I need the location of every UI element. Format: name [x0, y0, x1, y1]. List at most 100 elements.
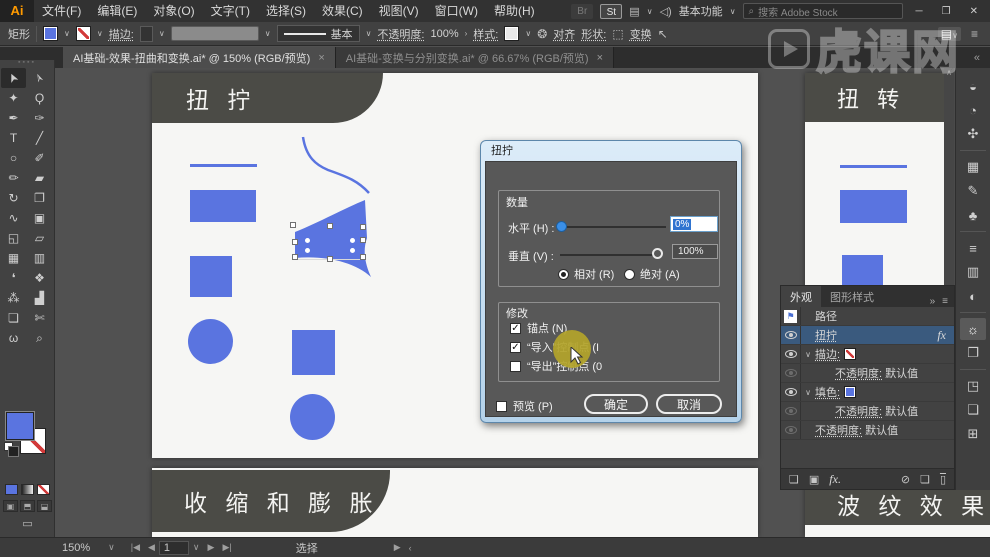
publish-icon[interactable]: ◁)	[660, 5, 672, 18]
selection-handle[interactable]	[327, 223, 333, 229]
isolate-icon[interactable]: ↖	[658, 27, 668, 41]
menu-type[interactable]: 文字(T)	[203, 0, 258, 22]
draw-inside-icon[interactable]: ⬓	[37, 500, 52, 512]
selection-handle[interactable]	[360, 224, 366, 230]
scale-tool[interactable]: ❐	[27, 188, 52, 208]
fill-blue-swatch[interactable]	[844, 386, 856, 398]
panel-menu-icon[interactable]: ≡	[942, 296, 948, 307]
menu-window[interactable]: 窗口(W)	[427, 0, 486, 22]
row-label[interactable]: 不透明度: 默认值	[815, 422, 898, 438]
chevron-down-icon[interactable]: ∨	[64, 29, 70, 38]
appearance-row-twist-effect[interactable]: 扭拧 fx	[781, 326, 954, 345]
preview-checkbox[interactable]: 预览 (P)	[496, 398, 553, 414]
cancel-button[interactable]: 取消	[656, 394, 722, 414]
lasso-tool[interactable]: Ϙ	[27, 88, 52, 108]
menu-help[interactable]: 帮助(H)	[486, 0, 543, 22]
menu-effect[interactable]: 效果(C)	[314, 0, 371, 22]
vertical-value-field[interactable]: 100%	[672, 244, 718, 259]
chevron-down-icon[interactable]: ∨	[265, 29, 271, 38]
prev-page-icon[interactable]: ◀	[144, 542, 159, 553]
vertical-slider[interactable]	[560, 254, 658, 256]
relative-radio[interactable]: 相对 (R)	[558, 266, 614, 282]
eye-icon[interactable]	[785, 350, 797, 358]
visibility-cell[interactable]	[781, 345, 801, 363]
collapse-panels-icon[interactable]: «	[974, 52, 980, 64]
chevron-down-icon[interactable]: ∨	[97, 29, 103, 38]
anchor-point[interactable]	[304, 237, 311, 244]
absolute-radio[interactable]: 绝对 (A)	[624, 266, 680, 282]
transform-button[interactable]: 变换	[630, 26, 652, 42]
default-fill-stroke-icon[interactable]	[4, 442, 13, 451]
stroke-weight-label[interactable]: 描边:	[109, 26, 134, 42]
selection-handle[interactable]	[360, 237, 366, 243]
artboard-tool[interactable]: ❏	[1, 308, 26, 328]
opacity-label[interactable]: 不透明度:	[377, 26, 424, 42]
appearance-icon[interactable]: ☼	[960, 318, 986, 340]
zoom-tool[interactable]: ⌕	[27, 328, 52, 348]
shape-rectangle[interactable]	[840, 190, 907, 223]
first-page-icon[interactable]: |◀	[127, 542, 144, 553]
visibility-cell[interactable]	[781, 326, 801, 344]
duplicate-item-icon[interactable]: ❏	[920, 473, 930, 486]
pen-tool[interactable]: ✒	[1, 108, 26, 128]
visibility-cell[interactable]	[781, 383, 801, 401]
row-label[interactable]: 扭拧	[815, 327, 837, 343]
visibility-cell[interactable]	[781, 421, 801, 439]
line-tool[interactable]: ╱	[27, 128, 52, 148]
color-mode-button[interactable]	[5, 484, 18, 495]
brushes-icon[interactable]: ✎	[960, 180, 986, 202]
style-swatch[interactable]	[504, 26, 519, 41]
menu-file[interactable]: 文件(F)	[34, 0, 89, 22]
pencil-tool[interactable]: ✏	[1, 168, 26, 188]
chevron-down-icon[interactable]: ∨	[730, 7, 736, 16]
stroke-color-swatch[interactable]	[76, 26, 91, 41]
delete-item-icon[interactable]: ▯	[940, 473, 946, 486]
magic-wand-tool[interactable]: ✦	[1, 88, 26, 108]
shape-mode-icon[interactable]: ⬚	[612, 27, 623, 41]
menu-select[interactable]: 选择(S)	[258, 0, 314, 22]
direct-selection-tool[interactable]: ➢	[27, 68, 52, 88]
menu-object[interactable]: 对象(O)	[145, 0, 202, 22]
eraser-tool[interactable]: ▰	[27, 168, 52, 188]
appearance-row-fill-opacity[interactable]: 不透明度: 默认值	[781, 402, 954, 421]
selection-handle[interactable]	[327, 256, 333, 262]
document-tab-active[interactable]: AI基础-效果-扭曲和变换.ai* @ 150% (RGB/预览) ×	[63, 47, 336, 68]
eye-icon[interactable]	[785, 426, 797, 434]
rotate-tool[interactable]: ↻	[1, 188, 26, 208]
chevron-down-icon[interactable]: ∨	[366, 29, 372, 38]
layout-icon[interactable]: ▤	[629, 5, 639, 18]
ellipse-tool[interactable]: ○	[1, 148, 26, 168]
stock-search-input[interactable]: ⌕ 搜索 Adobe Stock	[743, 3, 903, 19]
clear-appearance-icon[interactable]: ⊘	[901, 473, 910, 486]
horizontal-value-field[interactable]: 0%	[670, 216, 718, 232]
none-mode-button[interactable]	[37, 484, 50, 495]
align-button[interactable]: 对齐	[553, 26, 575, 42]
screen-mode-button[interactable]: ▭	[0, 517, 55, 530]
close-button[interactable]: ✕	[964, 6, 984, 17]
swatches-icon[interactable]: ▦	[960, 156, 986, 178]
stroke-weight-field[interactable]	[140, 26, 153, 42]
chevron-down-icon[interactable]: ∨	[801, 350, 815, 359]
stock-badge[interactable]: St	[600, 4, 622, 19]
list-icon[interactable]: ≡	[971, 27, 978, 41]
transparency-icon[interactable]: ◐	[960, 285, 986, 307]
brush-definition-field[interactable]	[171, 26, 259, 41]
chevron-down-icon[interactable]: ∨	[647, 7, 653, 16]
scroll-left-icon[interactable]: ‹	[405, 543, 416, 553]
draw-normal-icon[interactable]: ▣	[3, 500, 18, 512]
appearance-row-stroke[interactable]: ∨ 描边:	[781, 345, 954, 364]
chevron-down-icon[interactable]: ∨	[104, 542, 119, 553]
minimize-button[interactable]: ─	[910, 6, 929, 17]
fill-swatch[interactable]	[6, 412, 34, 440]
perspective-grid-tool[interactable]: ▱	[27, 228, 52, 248]
type-tool[interactable]: T	[1, 128, 26, 148]
maximize-button[interactable]: ❐	[936, 6, 957, 17]
app-logo[interactable]: Ai	[0, 0, 34, 22]
blend-tool[interactable]: ❖	[27, 268, 52, 288]
new-effect-icon[interactable]: fx.	[829, 472, 841, 487]
anchor-point[interactable]	[304, 247, 311, 254]
anchor-point[interactable]	[349, 237, 356, 244]
chevron-down-icon[interactable]: ∨	[159, 29, 165, 38]
opacity-value[interactable]: 100%	[430, 28, 458, 40]
curvature-tool[interactable]: ✑	[27, 108, 52, 128]
